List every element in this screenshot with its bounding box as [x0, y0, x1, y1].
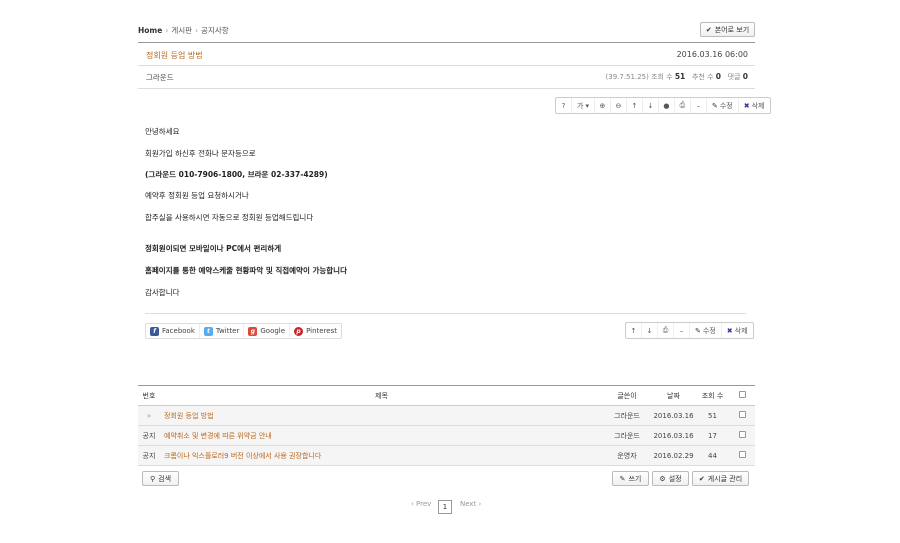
check-icon: ✔	[698, 474, 705, 483]
share-facebook[interactable]: f Facebook	[146, 324, 200, 338]
next-page-link[interactable]: Next ›	[460, 500, 481, 508]
arrow-up-icon[interactable]: ↑	[626, 323, 642, 338]
select-all-checkbox[interactable]	[738, 391, 746, 398]
body-paragraph: 예약후 정회원 등업 요청하시거나	[145, 191, 249, 200]
print-icon[interactable]: ⎙	[675, 98, 691, 113]
arrow-down-icon[interactable]: ↓	[642, 323, 658, 338]
prev-page-link[interactable]: ‹ Prev	[411, 500, 431, 508]
pencil-icon: ✎	[619, 474, 626, 483]
col-title: 제목	[160, 385, 603, 406]
body-paragraph: (그라운드 010-7906-1800, 브라운 02-337-4289)	[145, 170, 328, 179]
table-row: » 정회원 등업 방법 그라운드 2016.03.16 51	[138, 405, 755, 426]
breadcrumb-board[interactable]: 게시판	[171, 26, 192, 35]
share-bar: f Facebook t Twitter g Google p Pinterest	[145, 323, 342, 339]
settings-button[interactable]: ⚙ 설정	[652, 471, 689, 486]
write-button[interactable]: ✎ 쓰기	[612, 471, 649, 486]
share-twitter[interactable]: t Twitter	[200, 324, 245, 338]
pencil-icon: ✎	[711, 101, 718, 110]
post-toolbar: ? 가 ▾ ⊕ ⊖ ↑ ↓ ● ⎙ – ✎ 수정 ✖ 삭제	[555, 97, 771, 114]
breadcrumb-notice[interactable]: 공지사항	[201, 26, 229, 35]
body-paragraph: 합주실을 사용하시면 자동으로 정회원 등업해드립니다	[145, 213, 314, 222]
search-button[interactable]: ⚲ 검색	[142, 471, 179, 486]
row-title-link[interactable]: 정회원 등업 방법	[160, 405, 603, 426]
check-icon: ✔	[705, 25, 712, 34]
col-author: 글쓴이	[603, 385, 651, 406]
facebook-icon: f	[150, 326, 159, 336]
share-google[interactable]: g Google	[244, 324, 291, 338]
view-original-button[interactable]: ✔ 본어로 보기	[700, 22, 755, 37]
post-author[interactable]: 그라운드	[146, 72, 174, 83]
breadcrumb-home[interactable]: Home	[138, 26, 162, 35]
delete-button[interactable]: ✖ 삭제	[739, 98, 770, 113]
delete-button[interactable]: ✖ 삭제	[722, 323, 753, 338]
edit-button[interactable]: ✎ 수정	[707, 98, 739, 113]
body-paragraph: 회원가입 하신후 전화나 문자등으로	[145, 149, 256, 158]
font-size-menu[interactable]: 가 ▾	[572, 98, 595, 113]
x-icon: ✖	[726, 326, 733, 335]
table-row: 공지 크롬이나 익스플로러9 버전 이상에서 사용 권장합니다 운영자 2016…	[138, 445, 755, 466]
body-paragraph: 정회원이되면 모바일이나 PC에서 편리하게	[145, 244, 282, 253]
body-paragraph: 홈페이지를 통한 예약스케줄 현황파악 및 직접예약이 가능합니다	[145, 266, 347, 275]
arrow-up-icon[interactable]: ↑	[627, 98, 643, 113]
minus-icon[interactable]: –	[691, 98, 707, 113]
post-bottom-toolbar: ↑ ↓ ⎙ – ✎ 수정 ✖ 삭제	[625, 322, 754, 339]
help-icon[interactable]: ?	[556, 98, 572, 113]
zoom-out-icon[interactable]: ⊖	[611, 98, 627, 113]
minus-icon[interactable]: –	[674, 323, 690, 338]
row-checkbox[interactable]	[738, 451, 746, 458]
share-pinterest[interactable]: p Pinterest	[290, 324, 341, 338]
col-views: 조회 수	[696, 385, 729, 406]
gear-icon: ⚙	[659, 474, 666, 483]
row-title-link[interactable]: 예약취소 및 변경에 따른 위약금 안내	[160, 425, 603, 446]
comment-count: 0	[742, 72, 748, 81]
manage-posts-button[interactable]: ✔ 게시글 관리	[692, 471, 749, 486]
col-no: 번호	[138, 385, 160, 406]
search-icon: ⚲	[149, 474, 156, 483]
post-ip: (39.7.51.25)	[605, 73, 649, 81]
post-meta: (39.7.51.25) 조회 수 51 추천 수 0 댓글 0	[605, 72, 748, 81]
post-list-table: 번호 제목 글쓴이 날짜 조회 수 » 정회원 등업 방법 그라운드 2016.…	[138, 385, 755, 466]
current-page[interactable]: 1	[438, 500, 452, 514]
x-icon: ✖	[743, 101, 750, 110]
body-paragraph: 감사합니다	[145, 288, 180, 297]
row-title-link[interactable]: 크롬이나 익스플로러9 버전 이상에서 사용 권장합니다	[160, 445, 603, 466]
print-icon[interactable]: ⎙	[658, 323, 674, 338]
table-row: 공지 예약취소 및 변경에 따른 위약금 안내 그라운드 2016.03.16 …	[138, 425, 755, 446]
edit-button[interactable]: ✎ 수정	[690, 323, 722, 338]
comment-icon[interactable]: ●	[659, 98, 675, 113]
post-date: 2016.03.16 06:00	[676, 50, 748, 59]
arrow-down-icon[interactable]: ↓	[643, 98, 659, 113]
row-checkbox[interactable]	[738, 411, 746, 418]
breadcrumb: Home › 게시판 › 공지사항	[138, 26, 229, 35]
views-count: 51	[674, 72, 686, 81]
pencil-icon: ✎	[695, 326, 701, 335]
twitter-icon: t	[203, 326, 213, 336]
col-date: 날짜	[651, 385, 696, 406]
recommend-count: 0	[715, 72, 721, 81]
row-checkbox[interactable]	[738, 431, 746, 438]
zoom-in-icon[interactable]: ⊕	[595, 98, 611, 113]
google-icon: g	[248, 326, 258, 336]
pinterest-icon: p	[294, 326, 304, 336]
post-title: 정회원 등업 방법	[146, 51, 203, 60]
body-paragraph: 안녕하세요	[145, 127, 180, 136]
